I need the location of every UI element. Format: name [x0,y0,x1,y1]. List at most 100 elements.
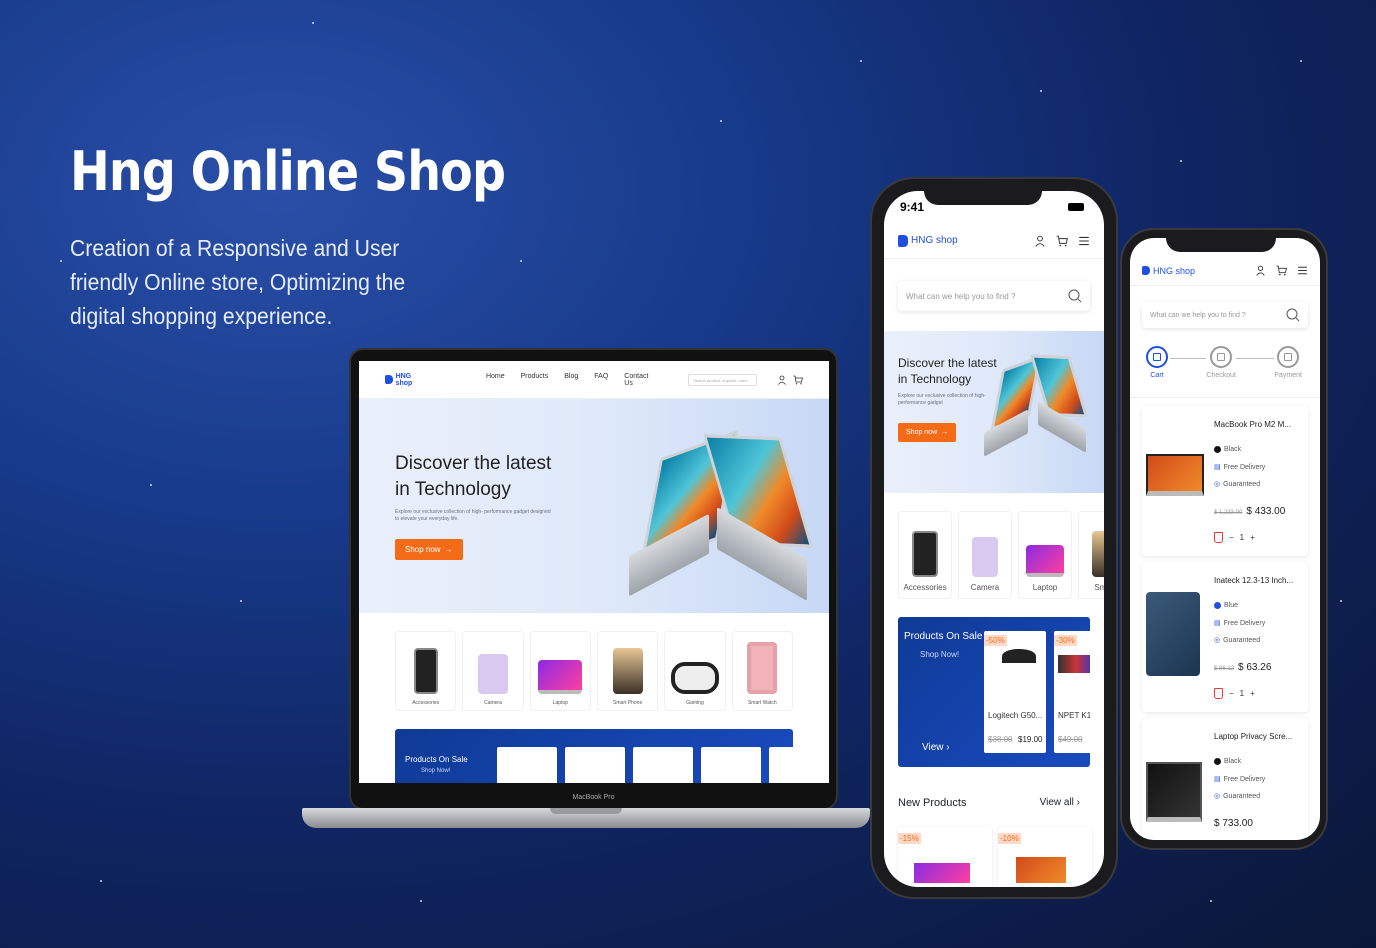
laptop-notch [550,808,622,814]
phone-screen: 9:41 HNG shop What can we help you to fi… [884,191,1104,887]
quantity-stepper: − 1 + [1214,688,1255,699]
shop-now-button[interactable]: Shop now → [395,539,463,560]
category-laptop[interactable]: Laptop [1018,511,1072,599]
cart-step-icon [1146,346,1168,368]
color-swatch [1214,602,1221,609]
hamburger-menu-icon[interactable] [1078,235,1090,247]
category-gaming[interactable]: Gaming [664,631,726,711]
brand-name: HNG shop [395,372,413,387]
cart-item-delivery: ▤ Free Delivery [1214,463,1266,472]
cart-item-price: $ 86.12 $ 63.26 [1214,662,1271,673]
sale-product-card[interactable]: -30% NPET K1 $49.00 [1054,631,1090,753]
category-smart-phone[interactable]: Smart Phone [596,631,659,711]
smartphone-image [612,648,643,694]
category-camera[interactable]: Camera [462,631,524,711]
shop-now-button[interactable]: Shop now → [898,423,957,442]
nav-link-blog[interactable]: Blog [564,373,578,387]
cart-item-name: MacBook Pro M2 M... [1214,420,1291,429]
cart-icon[interactable] [1276,265,1287,276]
color-swatch [1214,446,1221,453]
step-payment[interactable]: Payment [1274,346,1302,397]
sale-product-card[interactable] [497,747,557,783]
mobile-search-input[interactable]: What can we help you to find ? [898,281,1090,311]
category-accessories[interactable]: Accessories [898,511,952,599]
step-cart[interactable]: Cart [1146,346,1168,397]
category-smart-phone[interactable]: Smart [1078,511,1104,599]
brand-logo[interactable]: HNG shop [898,234,958,247]
search-placeholder: What can we help you to find ? [906,291,1016,301]
cart-icon[interactable] [793,375,803,385]
product-old-price: $49.00 [1058,735,1083,744]
laptop-image [538,660,583,694]
decrement-button[interactable]: − [1229,689,1234,698]
mobile-navbar: HNG shop [884,223,1104,259]
decrement-button[interactable]: − [1229,533,1234,542]
brand-logo[interactable]: HNG shop [1142,266,1195,276]
category-accessories[interactable]: Accessories [395,631,457,711]
discount-badge: -10% [998,833,1021,844]
nav-links: Home Products Blog FAQ Contact Us [486,373,650,387]
nav-link-home[interactable]: Home [486,373,505,387]
phone-screen: HNG shop What can we help you to find ? … [1130,238,1320,840]
logo-icon [898,234,908,247]
mobile-search-input[interactable]: What can we help you to find ? [1142,302,1308,328]
laptop-image [1026,545,1064,577]
sale-product-card[interactable] [701,747,761,783]
new-product-card[interactable]: -10% [998,827,1092,887]
shop-now-label: Shop now [405,545,441,554]
phone-mockup-home: 9:41 HNG shop What can we help you to fi… [870,177,1118,899]
hamburger-menu-icon[interactable] [1297,265,1308,276]
arrow-right-icon: → [941,429,949,436]
view-all-link[interactable]: View all › [1040,797,1080,809]
hero-subtitle: Explore our exclusive collection of high… [395,509,551,522]
camera-image [972,537,998,577]
device-label: MacBook Pro [572,794,615,801]
trash-icon[interactable] [1214,532,1223,543]
cart-item-color: Black [1214,758,1241,765]
trash-icon[interactable] [1214,688,1223,699]
new-product-card[interactable]: -15% [898,827,992,887]
current-price: $ 63.26 [1238,662,1272,673]
sale-product-card[interactable] [769,747,793,783]
cart-icon[interactable] [1056,235,1068,247]
quantity-value: 1 [1239,533,1245,542]
search-icon[interactable] [1286,308,1300,322]
nav-link-contact[interactable]: Contact Us [624,373,650,387]
user-icon[interactable] [1255,265,1266,276]
cart-item-price: $ 733.00 [1214,818,1253,829]
truck-icon: ▤ [1214,776,1221,783]
new-products-title: New Products [898,797,967,809]
cart-item-color: Blue [1214,602,1238,609]
increment-button[interactable]: + [1250,533,1255,542]
increment-button[interactable]: + [1250,689,1255,698]
headline: Hng Online Shop Creation of a Responsive… [70,140,564,333]
category-smart-watch[interactable]: Smart Watch [731,631,793,711]
laptop-image [914,863,970,883]
step-checkout[interactable]: Checkout [1206,346,1236,397]
nav-link-faq[interactable]: FAQ [594,373,608,387]
nav-link-products[interactable]: Products [521,373,549,387]
sale-product-card[interactable] [633,747,693,783]
battery-icon [1068,203,1084,211]
hero-title: Discover the latest in Technology [898,356,997,386]
color-swatch [1214,758,1221,765]
search-icon[interactable] [1068,289,1082,303]
controller-image [670,662,719,694]
user-icon[interactable] [1034,235,1046,247]
sale-product-card[interactable] [565,747,625,783]
category-laptop[interactable]: Laptop [529,631,591,711]
user-icon[interactable] [777,375,787,385]
checkout-stepper: Cart Checkout Payment [1130,328,1320,398]
discount-badge: -50% [984,635,1007,646]
status-time: 9:41 [900,200,925,214]
sale-product-card[interactable]: -50% Logitech G50... $38.00 $19.00 [984,631,1046,753]
brand-logo[interactable]: HNG shop [385,373,428,387]
camera-image [477,654,508,694]
page-description: Creation of a Responsive and User friend… [70,235,406,329]
old-price: $ 1,233.00 [1214,510,1243,516]
category-camera[interactable]: Camera [958,511,1012,599]
cart-item-guarantee: ◎ Guaranteed [1214,480,1261,489]
view-sale-link[interactable]: View › [922,742,950,753]
search-placeholder: What can we help you to find ? [1150,311,1246,319]
desktop-search-input[interactable]: Search product, supplier, order [688,373,757,386]
